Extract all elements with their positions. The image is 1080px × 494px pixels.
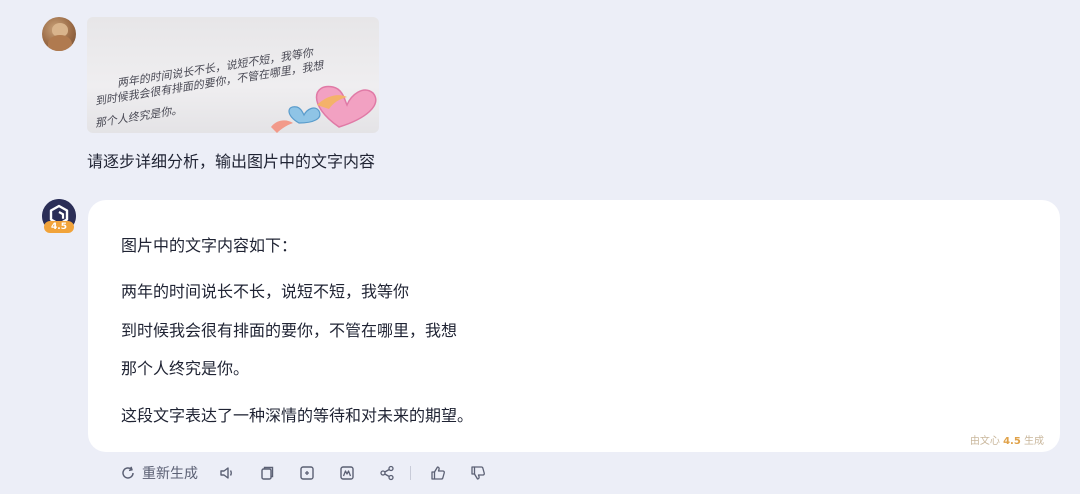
uploaded-photo[interactable]: 两年的时间说长不长，说短不短，我等你 到时候我会很有排面的要你，不管在哪里，我想…: [87, 17, 379, 133]
answer-line-3: 那个人终究是你。: [121, 359, 250, 378]
user-question-text: 请逐步详细分析，输出图片中的文字内容: [87, 152, 376, 171]
thumbs-down-button[interactable]: [469, 464, 487, 482]
export-icon: [300, 466, 314, 480]
thumbs-down-icon: [471, 466, 485, 480]
share-button[interactable]: [378, 464, 396, 482]
answer-toolbar: 重新生成: [120, 462, 509, 484]
regenerate-button[interactable]: 重新生成: [120, 463, 198, 483]
mindmap-icon: [340, 466, 354, 480]
assistant-answer-card: 图片中的文字内容如下： 两年的时间说长不长，说短不短，我等你 到时候我会很有排面…: [88, 200, 1060, 452]
toolbar-divider: [410, 466, 411, 480]
answer-line-2: 到时候我会很有排面的要你，不管在哪里，我想: [121, 321, 458, 340]
user-avatar: [42, 17, 76, 51]
model-version-badge: 4.5: [44, 221, 74, 233]
generated-by-watermark: 由文心 4.5 生成: [969, 436, 1044, 447]
read-aloud-button[interactable]: [218, 464, 236, 482]
mindmap-button[interactable]: [338, 464, 356, 482]
export-button[interactable]: [298, 464, 316, 482]
answer-summary: 这段文字表达了一种深情的等待和对未来的期望。: [121, 406, 474, 425]
answer-intro: 图片中的文字内容如下：: [121, 236, 298, 255]
heart-wings-illustration: [271, 85, 377, 133]
speaker-icon: [220, 467, 232, 479]
refresh-icon: [122, 466, 134, 479]
share-icon: [380, 465, 394, 481]
regenerate-label: 重新生成: [142, 466, 198, 482]
copy-icon: [261, 466, 274, 480]
copy-button[interactable]: [258, 464, 276, 482]
thumbs-up-button[interactable]: [429, 464, 447, 482]
thumbs-up-icon: [431, 466, 445, 480]
answer-line-1: 两年的时间说长不长，说短不短，我等你: [121, 282, 410, 301]
